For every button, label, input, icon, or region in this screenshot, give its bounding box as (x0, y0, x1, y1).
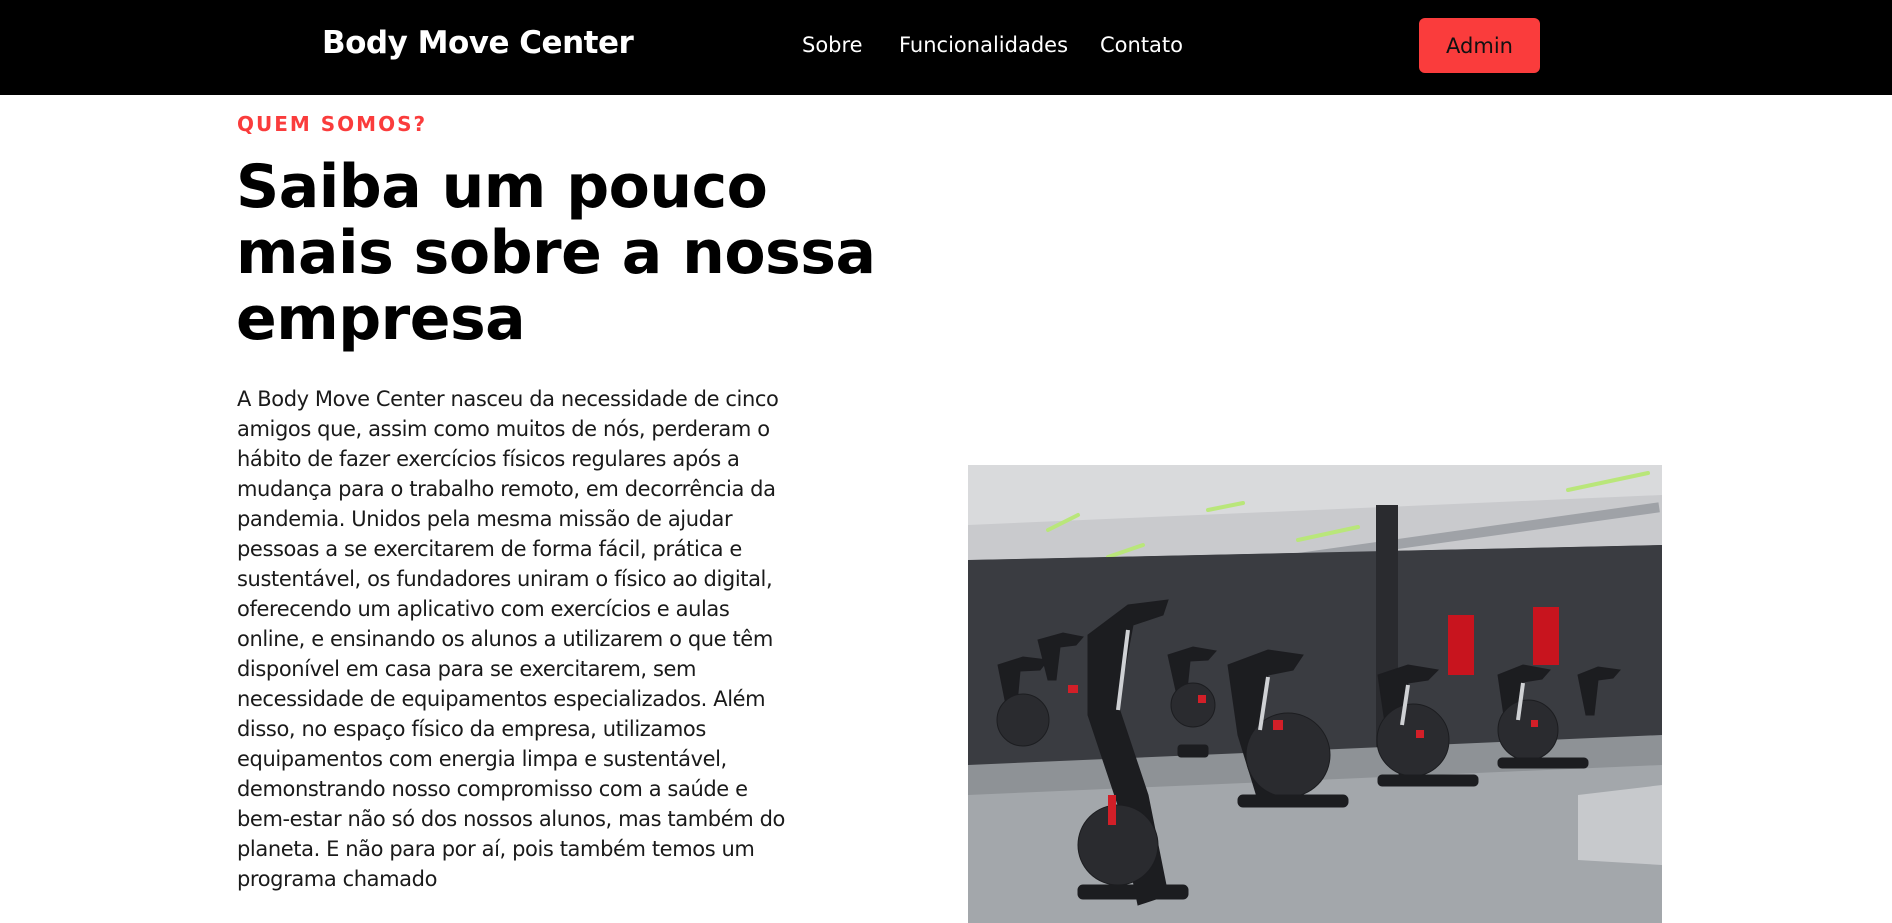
navbar: Body Move Center Sobre Funcionalidades C… (0, 0, 1892, 95)
gym-spin-bikes-photo (968, 465, 1662, 923)
section-heading: Saiba um pouco mais sobre a nossa empres… (236, 152, 876, 354)
brand-logo-text[interactable]: Body Move Center (322, 25, 634, 61)
section-eyebrow: QUEM SOMOS? (237, 112, 428, 136)
nav-link-sobre[interactable]: Sobre (802, 33, 863, 57)
nav-link-contato[interactable]: Contato (1100, 33, 1183, 57)
nav-link-funcionalidades[interactable]: Funcionalidades (899, 33, 1068, 57)
admin-button[interactable]: Admin (1419, 18, 1540, 73)
about-paragraph: A Body Move Center nasceu da necessidade… (237, 387, 785, 891)
